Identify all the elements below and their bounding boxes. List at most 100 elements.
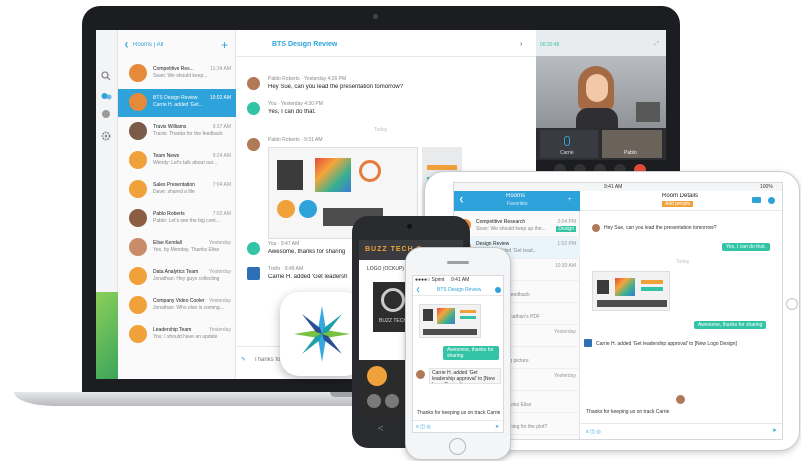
android-orange-dot	[367, 366, 387, 386]
room-row[interactable]: Company Video Cooler Jonathan: Who else i…	[118, 292, 236, 320]
room-row[interactable]: Data Analytics Team Jonathan: Hey guys co…	[118, 263, 236, 291]
ipad-video-icon[interactable]	[752, 197, 761, 203]
room-time: Yesterday	[208, 269, 231, 275]
room-preview: Sean: We should keep...	[153, 73, 208, 79]
ipad-card: Carrie H. added 'Get leadership approval…	[596, 341, 737, 347]
room-name: Team News	[153, 153, 180, 159]
ipad-preview-tile	[597, 280, 609, 294]
room-avatar	[129, 180, 147, 198]
ipad-home-button[interactable]	[786, 298, 798, 310]
ipad-today-divider: Today	[676, 259, 690, 265]
rooms-list: ❮ Rooms | All + Competitive Res... Sean: …	[118, 30, 236, 379]
room-name: BTS Design Review	[153, 95, 198, 101]
ipad-preview-swatch	[615, 278, 635, 296]
iphone-preview-swatch	[437, 308, 455, 324]
self-avatar-2	[247, 242, 260, 255]
room-row[interactable]: Competitive Res... Sean: We should keep..…	[118, 60, 236, 88]
iphone-nav: ❮ BTS Design Review	[413, 284, 503, 296]
speaker-shoulders	[576, 108, 618, 128]
android-camera	[407, 224, 412, 229]
room-time: 7:04 AM	[212, 182, 231, 188]
ipad-rooms-header: Rooms Favorites ❮ +	[454, 191, 580, 211]
pablo-avatar	[247, 77, 260, 90]
add-room-icon[interactable]: +	[221, 38, 228, 52]
ipad-statusbar: 9:41 AM 100%	[454, 183, 782, 191]
room-avatar	[129, 64, 147, 82]
room-avatar	[129, 238, 147, 256]
iphone-preview-tile	[423, 309, 433, 321]
rooms-icon[interactable]	[101, 88, 112, 100]
msg1-text: Hey Sue, can you lead the presentation t…	[268, 84, 404, 90]
iphone-footer: Thanks for keeping us on track Carrie	[417, 410, 501, 416]
room-time: Yesterday	[208, 240, 231, 246]
ipad-add-icon[interactable]: +	[568, 197, 572, 204]
iphone-screen: ●●●●○ Sprint 9:41 AM ❮ BTS Design Review…	[412, 275, 504, 433]
ipad-back-icon[interactable]: ❮	[459, 197, 464, 204]
participant-pablo[interactable]: Pablo	[602, 130, 662, 158]
brand-stripe	[96, 292, 118, 379]
msg2-meta: You · Yesterday 4:30 PM	[268, 101, 323, 107]
iphone-time: 9:41 AM	[451, 277, 470, 283]
search-icon[interactable]	[101, 68, 111, 81]
room-row[interactable]: Sales Presentation Dave: shared a file 7:0…	[118, 176, 236, 204]
calls-icon[interactable]	[102, 110, 110, 118]
room-preview: Travis: Thanks for the feedback	[153, 131, 223, 137]
room-row[interactable]: Pablo Roberts Pablo: Let's see the big co…	[118, 205, 236, 233]
room-time: 10:02 AM	[209, 95, 231, 101]
iphone-msg-out: Awesome, thanks for sharing	[443, 346, 499, 360]
android-sub: LOGO (OCKUP)	[367, 266, 404, 272]
iphone-send-icon[interactable]: ➤	[495, 424, 499, 430]
ipad-compose-icons[interactable]: ≡ ◫ ◎	[586, 429, 601, 435]
room-row[interactable]: Team News Wendy: Let's talk about our... 9…	[118, 147, 236, 175]
room-avatar	[129, 209, 147, 227]
ipad-info-icon[interactable]	[768, 197, 775, 204]
room-preview: Pablo: Let's see the big cont...	[153, 218, 220, 224]
chevron-right-icon[interactable]: ›	[520, 41, 522, 49]
iphone-info-icon[interactable]	[495, 287, 501, 293]
ipad-chat-header: Room Details Add people	[580, 191, 782, 211]
android-back-icon[interactable]: ◁	[378, 425, 383, 433]
expand-icon[interactable]: ⤢	[654, 41, 659, 48]
ipad-chat-title: Room Details	[662, 193, 699, 199]
attach-icon[interactable]: ✎	[241, 357, 246, 364]
msg4-text: Awesome, thanks for sharing	[268, 249, 346, 255]
room-row[interactable]: Travis Williams Travis: Thanks for the fe…	[118, 118, 236, 146]
back-chevron-icon[interactable]: ❮	[124, 42, 129, 49]
speaker-face	[586, 74, 608, 102]
room-row[interactable]: BTS Design Review Carrie H. added 'Get...…	[118, 89, 236, 117]
chat-header-divider	[236, 56, 536, 57]
compose-input[interactable]: Thanks for	[254, 357, 282, 364]
room-name: Leadership Team	[153, 327, 192, 333]
room-name: Data Analytics Team	[153, 269, 199, 275]
room-name: Sales Presentation	[153, 182, 195, 188]
room-avatar	[129, 267, 147, 285]
ipad-room-time: 1:52 PM	[557, 241, 576, 247]
room-row[interactable]: Leadership Team You: I should have an upd…	[118, 321, 236, 349]
ipad-room-time: 2:04 PM	[557, 219, 576, 225]
rooms-header[interactable]: Rooms | All	[133, 42, 163, 49]
ipad-file-preview[interactable]	[592, 271, 670, 311]
gear-icon[interactable]	[101, 128, 111, 141]
iphone-compose-divider	[413, 420, 503, 421]
iphone-compose-icons[interactable]: ≡ ◫ ◎	[416, 424, 431, 430]
ipad-send-icon[interactable]: ➤	[772, 428, 777, 435]
ipad-room-time: Yesterday	[553, 329, 576, 335]
participant-carrie[interactable]: Carrie	[540, 130, 598, 158]
preview-dot-blue	[299, 200, 317, 218]
room-name: Pablo Roberts	[153, 211, 185, 217]
side-bar-1	[427, 165, 457, 170]
room-row[interactable]: Elise Kendall Yes, by Monday. Thanks Elis…	[118, 234, 236, 262]
ipad-preview-bar-2	[641, 287, 663, 291]
iphone-carrier: ●●●●○ Sprint	[415, 277, 445, 283]
iphone-file-preview[interactable]	[419, 304, 481, 338]
self-avatar	[247, 102, 260, 115]
ipad-chat-subtitle[interactable]: Add people	[662, 201, 694, 207]
ipad-preview-bar-1	[641, 280, 663, 284]
ipad-room-row[interactable]: Competitive Research Sean: We should keep…	[454, 215, 580, 237]
room-time: Yesterday	[208, 298, 231, 304]
iphone-preview-toolbar	[423, 329, 477, 335]
iphone-back-icon[interactable]: ❮	[416, 287, 420, 293]
iphone-home-button[interactable]	[449, 438, 466, 455]
room-time: Yesterday	[208, 327, 231, 333]
participant-name-carrie: Carrie	[560, 150, 574, 156]
